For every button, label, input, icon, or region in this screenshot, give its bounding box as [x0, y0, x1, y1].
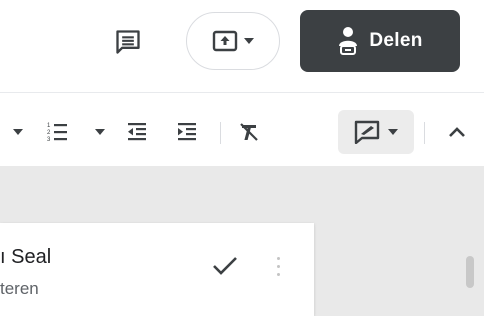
present-upload-icon	[212, 30, 238, 52]
header-divider	[0, 92, 484, 93]
decrease-indent-button[interactable]	[120, 110, 154, 154]
clear-formatting-icon	[240, 123, 258, 141]
increase-indent-icon	[178, 123, 196, 141]
comment-subtitle: teren	[0, 279, 39, 298]
more-vert-icon[interactable]	[270, 249, 286, 283]
comment-author-name: ı Seal	[0, 246, 52, 268]
share-button[interactable]: Delen	[300, 10, 460, 72]
numbered-list-dropdown[interactable]	[92, 110, 108, 154]
share-lock-person-icon	[339, 27, 358, 55]
chevron-up-icon	[449, 127, 465, 137]
caret-down-icon	[388, 129, 398, 135]
numbered-list-button[interactable]: 1 2 3	[40, 110, 74, 154]
numbered-list-icon: 1 2 3	[47, 123, 67, 143]
highlight-color-button[interactable]	[338, 110, 414, 154]
comments-button[interactable]	[108, 22, 148, 62]
collapse-toolbar-button[interactable]	[440, 110, 474, 154]
svg-text:2: 2	[47, 130, 51, 136]
toolbar-divider	[424, 122, 425, 144]
comment-card[interactable]: ı Seal teren	[0, 223, 314, 316]
highlight-pen-icon	[354, 120, 380, 144]
share-button-label: Delen	[369, 30, 423, 51]
comment-icon	[116, 30, 140, 54]
caret-down-icon	[95, 129, 105, 135]
caret-down-icon[interactable]	[244, 38, 254, 44]
resolve-comment-button[interactable]	[208, 249, 242, 283]
svg-text:1: 1	[47, 123, 51, 129]
increase-indent-button[interactable]	[170, 110, 204, 154]
caret-down-icon	[13, 129, 23, 135]
bullet-list-dropdown[interactable]	[10, 110, 26, 154]
svg-text:3: 3	[47, 137, 51, 143]
decrease-indent-icon	[128, 123, 146, 141]
present-button[interactable]	[186, 12, 280, 70]
formatting-toolbar: 1 2 3	[0, 110, 484, 154]
checkmark-icon	[213, 257, 237, 275]
scrollbar-thumb[interactable]	[466, 256, 474, 288]
toolbar-divider	[220, 122, 221, 144]
clear-formatting-button[interactable]	[232, 110, 266, 154]
